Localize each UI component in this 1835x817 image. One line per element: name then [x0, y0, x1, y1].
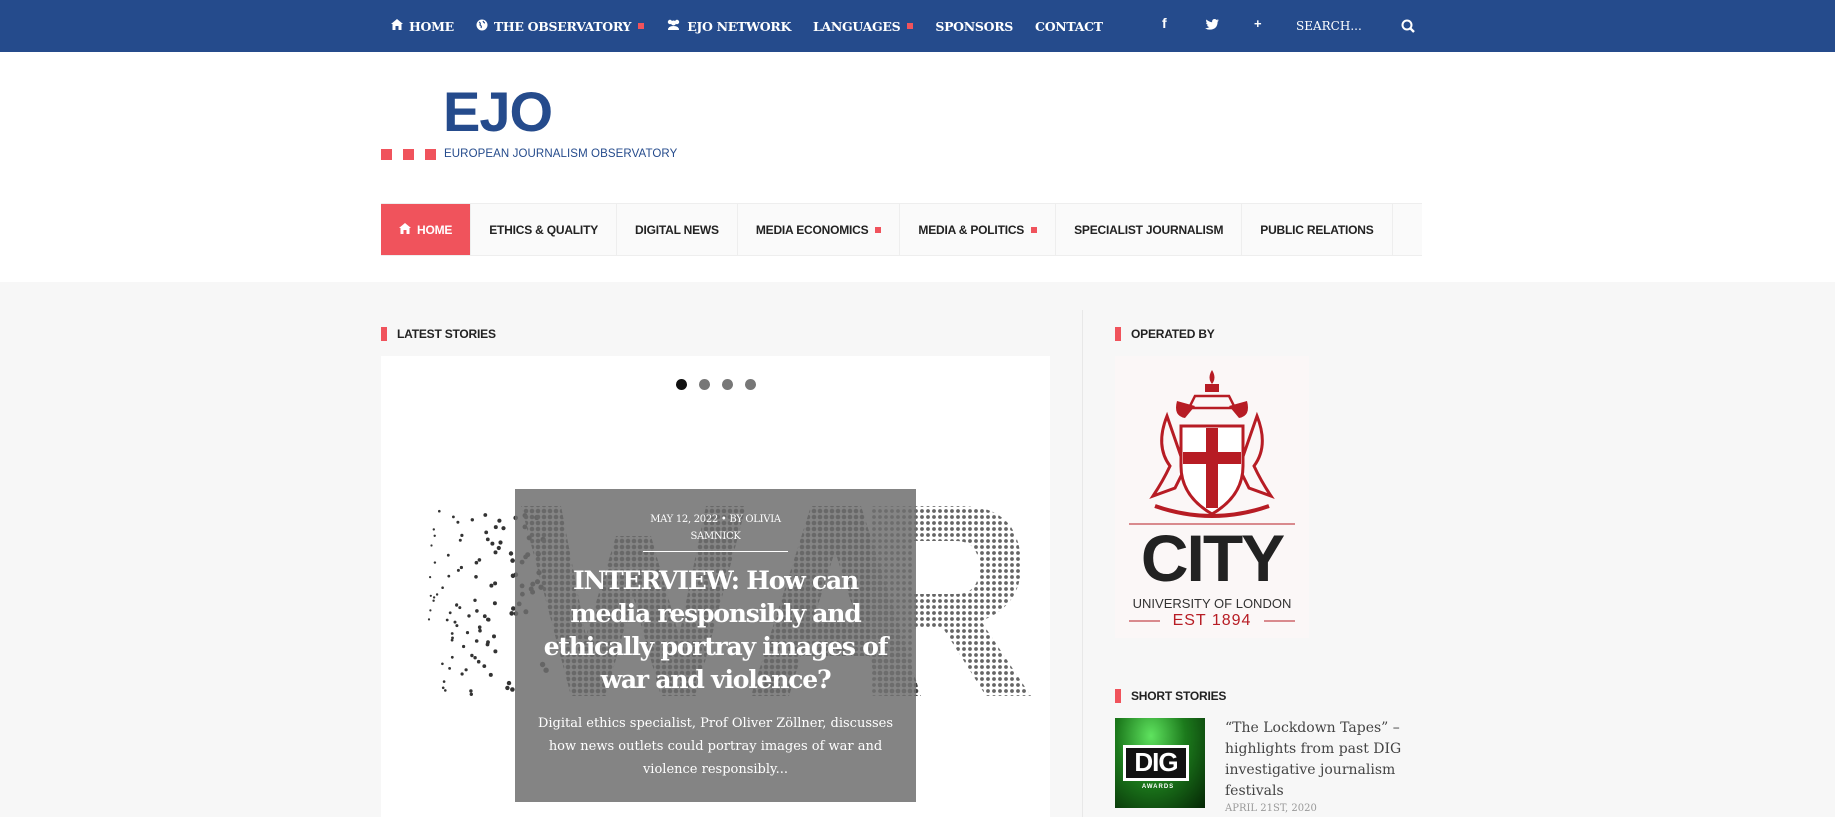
topnav-languages[interactable]: LANGUAGES [813, 18, 914, 34]
submenu-indicator-icon [638, 23, 645, 29]
dig-awards-subtext: AWARDS [1141, 784, 1175, 790]
dig-awards-text: DIG [1134, 747, 1178, 777]
mainnav-home-label: HOME [417, 222, 453, 237]
search-input[interactable] [1296, 14, 1396, 38]
featured-story-title[interactable]: INTERVIEW: How can media responsibly and… [535, 564, 896, 696]
latest-stories-heading-text: LATEST STORIES [397, 327, 496, 341]
logo-square-icon [381, 149, 392, 160]
search-icon [1401, 19, 1415, 33]
slider-dot-4[interactable] [745, 379, 756, 390]
slider-dot-2[interactable] [699, 379, 710, 390]
featured-story-meta: MAY 12, 2022 • BY OLIVIA SAMNICK [650, 514, 781, 542]
twitter-icon[interactable] [1205, 17, 1219, 35]
topnav-sponsors[interactable]: SPONSORS [935, 19, 1013, 34]
featured-slider: MAY 12, 2022 • BY OLIVIA SAMNICK INTERVI… [381, 356, 1050, 817]
slider-dot-3[interactable] [722, 379, 733, 390]
logo-square-icon [403, 149, 414, 160]
topnav-ejo-network-label: EJO NETWORK [687, 18, 792, 34]
slider-dot-1[interactable] [676, 379, 687, 390]
city-university-logo[interactable]: CITY UNIVERSITY OF LONDON EST 1894 [1115, 356, 1309, 638]
meta-divider [643, 551, 788, 552]
short-stories-heading-text: SHORT STORIES [1131, 689, 1227, 703]
operator-name: CITY [1140, 521, 1285, 595]
globe-icon [476, 19, 488, 34]
mainnav-digital-news-label: DIGITAL NEWS [635, 222, 719, 237]
search-button[interactable] [1396, 14, 1420, 38]
short-stories-heading: SHORT STORIES [1115, 689, 1226, 703]
operated-by-heading-text: OPERATED BY [1131, 327, 1215, 341]
mainnav-ethics-quality-label: ETHICS & QUALITY [489, 222, 599, 237]
mainnav-public-relations[interactable]: PUBLIC RELATIONS [1242, 204, 1393, 255]
plus-icon[interactable]: + [1254, 16, 1262, 31]
topnav-home[interactable]: HOME [391, 19, 454, 34]
short-story-date: APRIL 21ST, 2020 [1225, 803, 1317, 814]
topnav-languages-label: LANGUAGES [813, 18, 901, 34]
logo-square-icon [425, 149, 436, 160]
site-logo[interactable]: EJO EUROPEAN JOURNALISM OBSERVATORY [381, 82, 681, 168]
operated-by-heading: OPERATED BY [1115, 327, 1215, 341]
mainnav-specialist-journalism-label: SPECIALIST JOURNALISM [1074, 222, 1224, 237]
slider-pagination [676, 379, 768, 390]
top-navigation: HOME THE OBSERVATORY EJO NETWORK LANGUAG… [391, 0, 1125, 52]
submenu-indicator-icon [907, 23, 914, 29]
heading-marker [1115, 689, 1121, 703]
heading-marker [1115, 327, 1121, 341]
home-icon [391, 19, 403, 33]
mainnav-digital-news[interactable]: DIGITAL NEWS [617, 204, 738, 255]
mainnav-media-politics-label: MEDIA & POLITICS [918, 222, 1025, 237]
topnav-observatory-label: THE OBSERVATORY [493, 18, 632, 34]
operator-line1: UNIVERSITY OF LONDON [1132, 596, 1292, 611]
mainnav-public-relations-label: PUBLIC RELATIONS [1260, 222, 1374, 237]
home-icon [399, 222, 411, 237]
submenu-indicator-icon [1031, 226, 1038, 233]
topnav-sponsors-label: SPONSORS [935, 18, 1014, 34]
submenu-indicator-icon [875, 226, 882, 233]
mainnav-media-economics-label: MEDIA ECONOMICS [755, 222, 869, 237]
dig-awards-logo: DIG [1123, 745, 1189, 781]
logo-title: EJO [443, 80, 553, 143]
featured-story-excerpt: Digital ethics specialist, Prof Oliver Z… [537, 716, 894, 777]
topnav-contact[interactable]: CONTACT [1035, 19, 1103, 34]
heading-marker [381, 327, 387, 341]
operator-line2: EST 1894 [1172, 612, 1252, 629]
topnav-contact-label: CONTACT [1035, 18, 1103, 34]
users-icon [666, 19, 681, 33]
facebook-icon[interactable]: f [1162, 15, 1167, 31]
logo-subtitle: EUROPEAN JOURNALISM OBSERVATORY [444, 148, 678, 160]
mainnav-media-politics[interactable]: MEDIA & POLITICS [900, 204, 1057, 255]
topnav-ejo-network[interactable]: EJO NETWORK [666, 19, 791, 34]
featured-story-card[interactable]: MAY 12, 2022 • BY OLIVIA SAMNICK INTERVI… [515, 489, 916, 802]
short-story-title[interactable]: “The Lockdown Tapes” – highlights from p… [1225, 718, 1405, 802]
mainnav-ethics-quality[interactable]: ETHICS & QUALITY [471, 204, 618, 255]
mainnav-home[interactable]: HOME [381, 204, 472, 255]
topnav-observatory[interactable]: THE OBSERVATORY [476, 18, 645, 34]
mainnav-media-economics[interactable]: MEDIA ECONOMICS [738, 204, 901, 255]
column-divider [1082, 310, 1083, 817]
topnav-home-label: HOME [409, 18, 454, 34]
mainnav-specialist-journalism[interactable]: SPECIALIST JOURNALISM [1056, 204, 1243, 255]
short-story-thumbnail[interactable]: DIG AWARDS [1115, 718, 1205, 808]
latest-stories-heading: LATEST STORIES [381, 327, 496, 341]
main-navigation: HOME ETHICS & QUALITY DIGITAL NEWS MEDIA… [381, 203, 1422, 256]
